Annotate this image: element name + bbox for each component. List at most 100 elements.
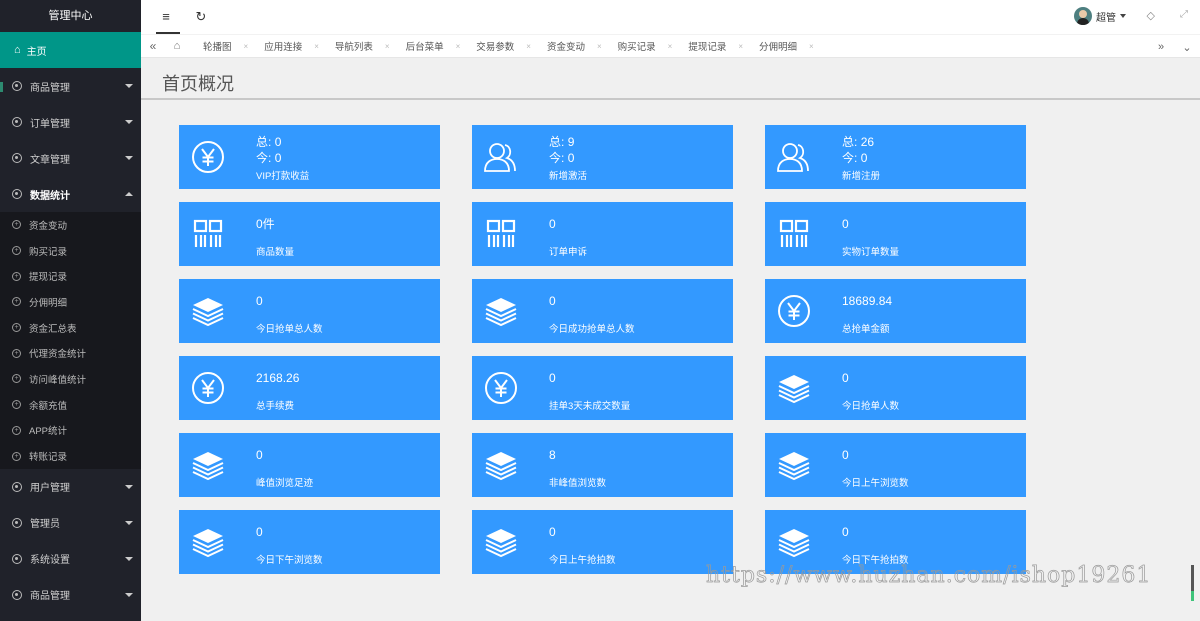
stat-card-text: 总: 9 今: 0 新增激活 <box>549 134 587 182</box>
chevron-down-icon <box>125 84 133 88</box>
sidebar-subitem[interactable]: + 购买记录 <box>0 238 141 264</box>
stat-value: 0 <box>549 371 556 385</box>
sidebar-item-goods-2[interactable]: 商品管理 <box>0 577 141 613</box>
close-icon[interactable]: × <box>526 42 531 51</box>
sidebar-subitem[interactable]: + 代理资金统计 <box>0 340 141 366</box>
close-icon[interactable]: × <box>314 42 319 51</box>
stat-label: 非峰值浏览数 <box>549 478 607 489</box>
tabs-scroll-left-icon[interactable]: « <box>141 39 165 53</box>
tabs-scroll-right-icon[interactable]: » <box>1148 41 1174 53</box>
user-name: 超管 <box>1096 12 1116 24</box>
tabs-dropdown-icon[interactable]: ⌄ <box>1174 41 1200 54</box>
tab-item[interactable]: 交易参数 × <box>468 34 539 58</box>
stat-label: 订单申诉 <box>549 247 588 258</box>
stat-label: 今日上午浏览数 <box>842 478 909 489</box>
close-icon[interactable]: × <box>456 42 461 51</box>
sidebar-subitem[interactable]: + 资金汇总表 <box>0 315 141 341</box>
sidebar-item-settings[interactable]: 系统设置 <box>0 541 141 577</box>
sidebar-subitem[interactable]: + 分佣明细 <box>0 289 141 315</box>
tab-item[interactable]: 导航列表 × <box>327 34 398 58</box>
stat-card-text: 0件 商品数量 <box>256 211 294 258</box>
stat-card-text: 0 实物订单数量 <box>842 211 899 258</box>
stat-card: 0 实物订单数量 <box>765 202 1026 266</box>
layers-icon <box>484 525 518 559</box>
sidebar-title: 管理中心 <box>0 0 141 32</box>
sidebar-item-admins[interactable]: 管理员 <box>0 505 141 541</box>
stat-today: 今: 0 <box>842 150 880 166</box>
sidebar-item-articles[interactable]: 文章管理 <box>0 140 141 176</box>
stat-label: 今日下午浏览数 <box>256 555 323 566</box>
stat-card-text: 0 挂单3天未成交数量 <box>549 365 630 412</box>
tag-icon[interactable]: ◇ <box>1147 9 1155 22</box>
close-icon[interactable]: × <box>738 42 743 51</box>
stat-total-label: 总: <box>842 135 858 149</box>
close-icon[interactable]: × <box>668 42 673 51</box>
tab-item[interactable]: 后台菜单 × <box>398 34 469 58</box>
stat-value: 0 <box>256 448 263 462</box>
sidebar-subitem[interactable]: + 访问峰值统计 <box>0 366 141 392</box>
stat-card: 0 今日成功抢单总人数 <box>472 279 733 343</box>
plus-circle-icon: + <box>12 400 21 410</box>
yen-circle-icon <box>191 140 225 174</box>
tab-label: 资金变动 <box>546 42 585 53</box>
scrollbar[interactable] <box>1191 565 1194 601</box>
sidebar-subitem-label: 提现记录 <box>29 272 68 284</box>
yen-circle-icon <box>484 371 518 405</box>
stat-card-text: 0 峰值浏览足迹 <box>256 442 313 489</box>
sidebar-subitem[interactable]: + 余额充值 <box>0 392 141 418</box>
users-icon <box>484 140 518 174</box>
tab-item[interactable]: 分佣明细 × <box>751 34 822 58</box>
close-icon[interactable]: × <box>597 42 602 51</box>
sidebar-item-orders[interactable]: 订单管理 <box>0 104 141 140</box>
tab-label: 应用连接 <box>264 42 303 53</box>
stat-card: 2168.26 总手续费 <box>179 356 440 420</box>
stat-card-text: 0 今日抢单总人数 <box>256 288 323 335</box>
menu-toggle-icon[interactable]: ≡ <box>156 8 176 26</box>
sidebar-item-label: 数据统计 <box>30 190 70 202</box>
sidebar-subitem[interactable]: + 资金变动 <box>0 212 141 238</box>
stat-label: 今日上午抢拍数 <box>549 555 616 566</box>
tab-item[interactable]: 轮播图 × <box>195 34 256 58</box>
fullscreen-icon[interactable]: ⤢ <box>1180 9 1188 20</box>
sidebar-item-goods[interactable]: 商品管理 <box>0 68 141 104</box>
tab-home-icon[interactable]: ⌂ <box>165 40 189 52</box>
sidebar-item-home[interactable]: ⌂ 主页 <box>0 32 141 68</box>
stat-card-text: 8 非峰值浏览数 <box>549 442 606 489</box>
sidebar-subitem[interactable]: + APP统计 <box>0 418 141 444</box>
stat-today-label: 今: <box>549 151 565 165</box>
chevron-down-icon <box>125 484 133 489</box>
stat-today-value: 0 <box>567 151 575 165</box>
stat-card: 总: 26 今: 0 新增注册 <box>765 125 1026 189</box>
tabs-right-controls: » ⌄ <box>1148 35 1200 59</box>
sidebar-item-users[interactable]: 用户管理 <box>0 469 141 505</box>
stat-value: 0 <box>842 448 849 462</box>
menu-icon <box>12 81 22 91</box>
top-header: ≡ ↻ 超管 ◇ ⤢ <box>141 0 1200 34</box>
user-menu[interactable]: 超管 <box>1074 7 1126 25</box>
sidebar-item-statistics[interactable]: 数据统计 <box>0 176 141 212</box>
sidebar-item-label: 文章管理 <box>30 154 70 166</box>
close-icon[interactable]: × <box>244 42 249 51</box>
stat-value: 0 <box>549 294 556 308</box>
tab-label: 轮播图 <box>203 42 232 53</box>
menu-icon <box>12 481 22 492</box>
close-icon[interactable]: × <box>385 42 390 51</box>
sidebar-subitem[interactable]: + 提现记录 <box>0 263 141 289</box>
tab-label: 购买记录 <box>617 42 656 53</box>
stat-today-label: 今: <box>842 151 858 165</box>
tab-item[interactable]: 提现记录 × <box>680 34 751 58</box>
stat-label: 峰值浏览足迹 <box>256 478 314 489</box>
stat-value: 0件 <box>256 217 275 231</box>
tab-item[interactable]: 购买记录 × <box>610 34 681 58</box>
layers-icon <box>191 294 225 328</box>
home-icon: ⌂ <box>14 44 21 56</box>
stat-card: 8 非峰值浏览数 <box>472 433 733 497</box>
stat-card: 0件 商品数量 <box>179 202 440 266</box>
refresh-icon[interactable]: ↻ <box>191 8 211 26</box>
close-icon[interactable]: × <box>809 42 814 51</box>
menu-icon <box>12 117 22 127</box>
sidebar-subitem[interactable]: + 转账记录 <box>0 443 141 469</box>
layers-icon <box>191 525 225 559</box>
tab-item[interactable]: 应用连接 × <box>256 34 327 58</box>
tab-item[interactable]: 资金变动 × <box>539 34 610 58</box>
